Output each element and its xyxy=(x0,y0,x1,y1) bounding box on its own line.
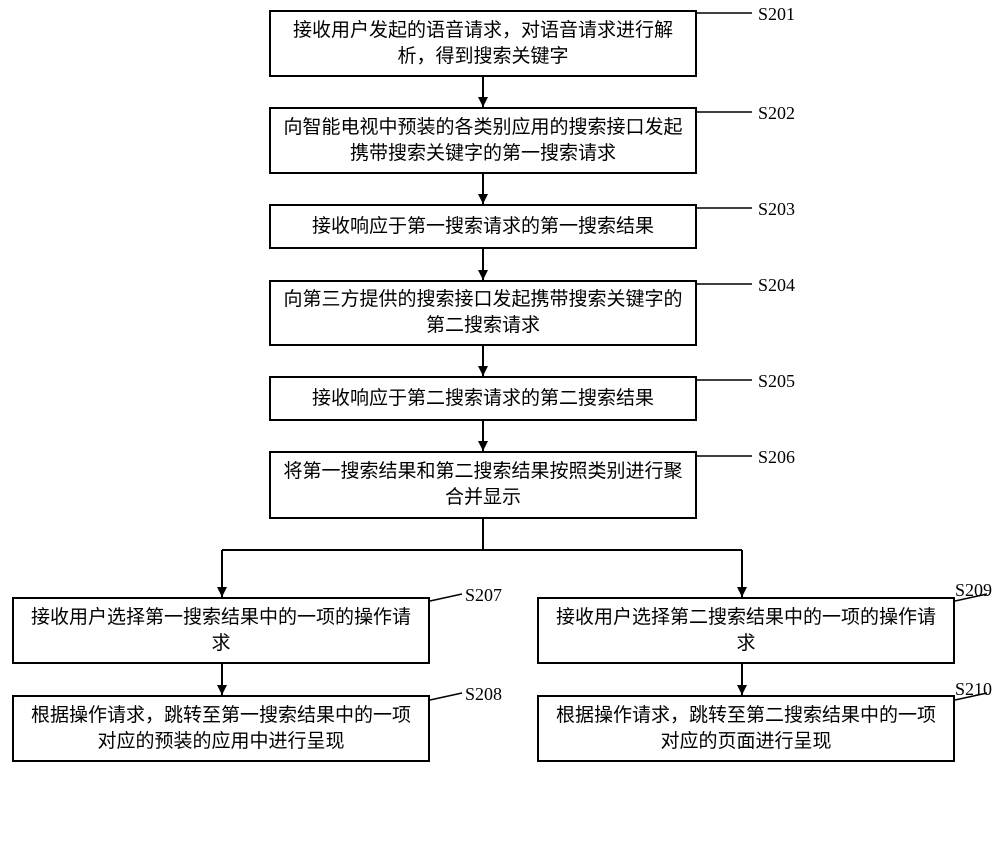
step-s203-text: 接收响应于第一搜索请求的第一搜索结果 xyxy=(312,214,654,240)
step-s205: 接收响应于第二搜索请求的第二搜索结果 xyxy=(269,376,697,421)
step-s208-text: 根据操作请求，跳转至第一搜索结果中的一项对应的预装的应用中进行呈现 xyxy=(22,703,420,754)
step-s207-id: S207 xyxy=(465,585,502,606)
step-s208-id: S208 xyxy=(465,684,502,705)
step-s209-text: 接收用户选择第二搜索结果中的一项的操作请求 xyxy=(547,605,945,656)
step-s201: 接收用户发起的语音请求，对语音请求进行解析，得到搜索关键字 xyxy=(269,10,697,77)
step-s204-text: 向第三方提供的搜索接口发起携带搜索关键字的第二搜索请求 xyxy=(279,287,687,338)
step-s202: 向智能电视中预装的各类别应用的搜索接口发起携带搜索关键字的第一搜索请求 xyxy=(269,107,697,174)
step-s210-text: 根据操作请求，跳转至第二搜索结果中的一项对应的页面进行呈现 xyxy=(547,703,945,754)
step-s210-id: S210 xyxy=(955,679,992,700)
step-s206-text: 将第一搜索结果和第二搜索结果按照类别进行聚合并显示 xyxy=(279,459,687,510)
step-s208: 根据操作请求，跳转至第一搜索结果中的一项对应的预装的应用中进行呈现 xyxy=(12,695,430,762)
step-s206: 将第一搜索结果和第二搜索结果按照类别进行聚合并显示 xyxy=(269,451,697,519)
step-s209-id: S209 xyxy=(955,580,992,601)
step-s210: 根据操作请求，跳转至第二搜索结果中的一项对应的页面进行呈现 xyxy=(537,695,955,762)
step-s204: 向第三方提供的搜索接口发起携带搜索关键字的第二搜索请求 xyxy=(269,280,697,346)
step-s201-text: 接收用户发起的语音请求，对语音请求进行解析，得到搜索关键字 xyxy=(279,18,687,69)
step-s204-id: S204 xyxy=(758,275,795,296)
step-s203: 接收响应于第一搜索请求的第一搜索结果 xyxy=(269,204,697,249)
step-s205-text: 接收响应于第二搜索请求的第二搜索结果 xyxy=(312,386,654,412)
step-s203-id: S203 xyxy=(758,199,795,220)
step-s202-text: 向智能电视中预装的各类别应用的搜索接口发起携带搜索关键字的第一搜索请求 xyxy=(279,115,687,166)
step-s209: 接收用户选择第二搜索结果中的一项的操作请求 xyxy=(537,597,955,664)
step-s202-id: S202 xyxy=(758,103,795,124)
step-s206-id: S206 xyxy=(758,447,795,468)
step-s207: 接收用户选择第一搜索结果中的一项的操作请求 xyxy=(12,597,430,664)
step-s201-id: S201 xyxy=(758,4,795,25)
step-s207-text: 接收用户选择第一搜索结果中的一项的操作请求 xyxy=(22,605,420,656)
step-s205-id: S205 xyxy=(758,371,795,392)
